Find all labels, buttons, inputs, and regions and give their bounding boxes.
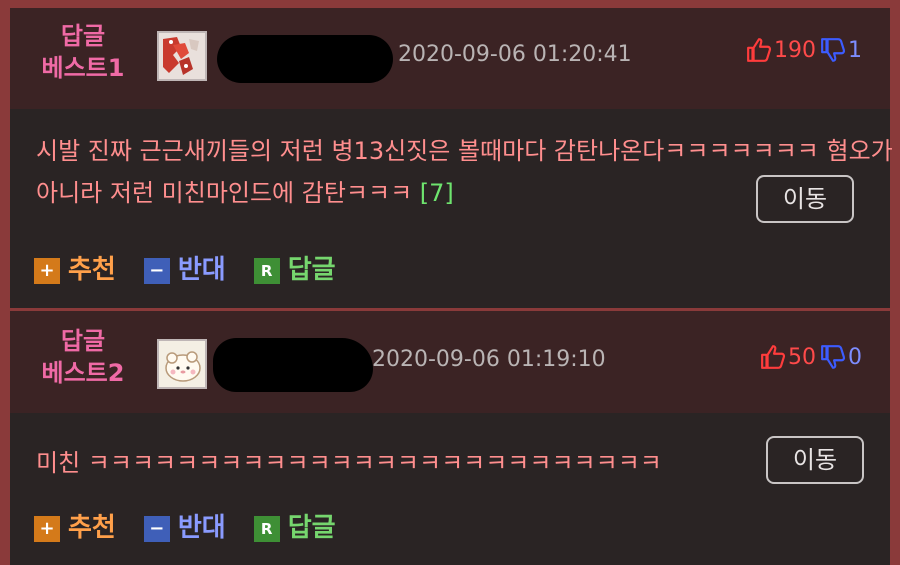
best-badge: 답글 베스트1: [28, 20, 138, 84]
comment-list: 답글 베스트1 2020-09-06 01:20:41 190 1 시발 진짜 …: [10, 8, 893, 565]
up-count: 190: [774, 37, 816, 63]
nickname-redacted: [213, 338, 373, 392]
comment-header: 답글 베스트1 2020-09-06 01:20:41 190 1: [10, 8, 890, 109]
plus-icon: +: [34, 257, 60, 284]
move-button[interactable]: 이동: [766, 436, 864, 484]
move-button[interactable]: 이동: [756, 175, 854, 223]
best-comment-1: 답글 베스트1 2020-09-06 01:20:41 190 1 시발 진짜 …: [10, 8, 893, 308]
minus-icon: −: [143, 515, 170, 542]
thumbs-down-icon[interactable]: [820, 37, 846, 63]
avatar[interactable]: [157, 31, 207, 81]
comment-actions: + 추천 − 반대 R 답글: [34, 507, 364, 544]
best-rank: 베스트2: [41, 359, 125, 387]
reply-button[interactable]: R 답글: [253, 507, 336, 544]
reply-label: 답글: [287, 255, 336, 285]
up-count: 50: [788, 344, 816, 370]
comment-date: 2020-09-06 01:19:10: [372, 347, 606, 372]
thumbs-up-icon[interactable]: [746, 37, 772, 63]
recommend-button[interactable]: + 추천: [34, 507, 116, 544]
best-label: 답글: [60, 22, 106, 50]
comment-date: 2020-09-06 01:20:41: [398, 42, 632, 67]
recommend-label: 추천: [68, 513, 116, 543]
thumbs-up-icon[interactable]: [760, 344, 786, 370]
recommend-label: 추천: [68, 255, 116, 285]
best-comment-2: 답글 베스트2 2020-09-06 01:19:10 50 0 미친 ㅋㅋㅋㅋ…: [10, 311, 890, 565]
comment-body: 미친 ㅋㅋㅋㅋㅋㅋㅋㅋㅋㅋㅋㅋㅋㅋㅋㅋㅋㅋㅋㅋㅋㅋㅋㅋㅋㅋ: [36, 449, 662, 477]
best-label: 답글: [60, 327, 106, 355]
vote-counts: 190 1: [746, 37, 862, 63]
plus-icon: +: [34, 515, 60, 542]
recommend-button[interactable]: + 추천: [34, 249, 116, 286]
down-count: 0: [848, 344, 862, 370]
best-rank: 베스트1: [41, 54, 125, 82]
avatar[interactable]: [157, 339, 207, 389]
nickname-redacted: [217, 35, 393, 83]
oppose-label: 반대: [177, 255, 226, 285]
reply-button[interactable]: R 답글: [253, 249, 336, 286]
reply-count-link[interactable]: [7]: [420, 179, 454, 207]
minus-icon: −: [143, 257, 170, 284]
comment-header: 답글 베스트2 2020-09-06 01:19:10 50 0: [10, 311, 890, 413]
oppose-button[interactable]: − 반대: [143, 249, 226, 286]
thumbs-down-icon[interactable]: [820, 344, 846, 370]
reply-icon: R: [253, 515, 280, 542]
oppose-button[interactable]: − 반대: [143, 507, 226, 544]
comment-actions: + 추천 − 반대 R 답글: [34, 249, 364, 286]
best-badge: 답글 베스트2: [28, 325, 138, 389]
oppose-label: 반대: [177, 513, 226, 543]
vote-counts: 50 0: [760, 344, 862, 370]
comment-text: 미친 ㅋㅋㅋㅋㅋㅋㅋㅋㅋㅋㅋㅋㅋㅋㅋㅋㅋㅋㅋㅋㅋㅋㅋㅋㅋㅋ: [36, 442, 766, 484]
reply-label: 답글: [287, 513, 336, 543]
reply-icon: R: [253, 257, 280, 284]
down-count: 1: [848, 37, 862, 63]
